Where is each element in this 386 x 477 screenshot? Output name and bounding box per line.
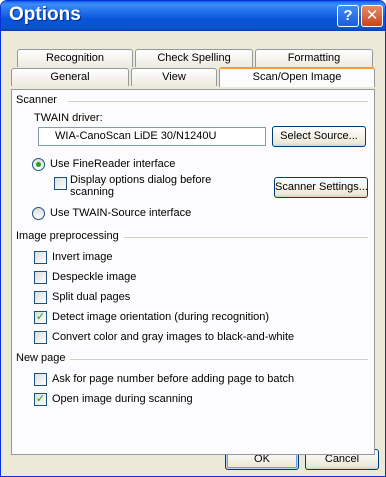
tab-recognition[interactable]: Recognition xyxy=(17,49,133,67)
group-divider xyxy=(68,101,368,102)
checkmark-icon: ✓ xyxy=(35,393,46,405)
ask-page-number-label[interactable]: Ask for page number before adding page t… xyxy=(52,373,294,385)
display-options-line1: Display options dialog before xyxy=(70,174,212,186)
tab-general[interactable]: General xyxy=(11,68,129,86)
dialog-client: Recognition Check Spelling Formatting Ge… xyxy=(5,31,381,472)
display-options-checkbox[interactable] xyxy=(54,177,67,190)
checkmark-icon: ✓ xyxy=(35,311,46,323)
twain-driver-label: TWAIN driver: xyxy=(34,112,103,124)
invert-image-checkbox[interactable] xyxy=(34,251,47,264)
new-page-group-label: New page xyxy=(16,352,66,364)
invert-image-label[interactable]: Invert image xyxy=(52,251,113,263)
open-image-during-scanning-label[interactable]: Open image during scanning xyxy=(52,393,193,405)
close-icon: ✕ xyxy=(365,7,379,24)
split-dual-pages-checkbox[interactable] xyxy=(34,291,47,304)
twain-source-interface-label[interactable]: Use TWAIN-Source interface xyxy=(50,207,191,219)
ask-page-number-checkbox[interactable] xyxy=(34,373,47,386)
tab-scan-open-image[interactable]: Scan/Open Image xyxy=(219,67,375,87)
group-divider xyxy=(124,237,368,238)
help-button[interactable]: ? xyxy=(337,5,359,27)
split-dual-pages-label[interactable]: Split dual pages xyxy=(52,291,130,303)
options-dialog: Options ? ✕ Recognition Check Spelling F… xyxy=(0,0,386,477)
twain-driver-field[interactable]: WIA-CanoScan LiDE 30/N1240U xyxy=(38,127,266,146)
image-preprocessing-group-label: Image preprocessing xyxy=(16,230,119,242)
convert-to-bw-checkbox[interactable] xyxy=(34,331,47,344)
scan-open-image-panel: Scanner TWAIN driver: WIA-CanoScan LiDE … xyxy=(11,89,375,455)
help-icon: ? xyxy=(343,7,353,24)
tab-check-spelling[interactable]: Check Spelling xyxy=(135,49,253,67)
close-button[interactable]: ✕ xyxy=(361,5,383,27)
display-options-line2: scanning xyxy=(70,186,115,198)
window-title: Options xyxy=(9,4,81,25)
finereader-interface-label[interactable]: Use FineReader interface xyxy=(50,158,175,170)
finereader-interface-radio[interactable] xyxy=(32,158,45,171)
select-source-button[interactable]: Select Source... xyxy=(272,126,366,147)
detect-orientation-checkbox[interactable]: ✓ xyxy=(34,311,47,324)
title-bar[interactable]: Options ? ✕ xyxy=(1,1,385,31)
tab-formatting[interactable]: Formatting xyxy=(255,49,373,67)
twain-source-interface-radio[interactable] xyxy=(32,207,45,220)
despeckle-image-checkbox[interactable] xyxy=(34,271,47,284)
detect-orientation-label[interactable]: Detect image orientation (during recogni… xyxy=(52,311,269,323)
group-divider xyxy=(70,359,368,360)
display-options-label[interactable]: Display options dialog before scanning xyxy=(70,174,211,198)
despeckle-image-label[interactable]: Despeckle image xyxy=(52,271,136,283)
scanner-settings-button[interactable]: Scanner Settings... xyxy=(274,177,368,198)
tab-view[interactable]: View xyxy=(131,68,217,86)
convert-to-bw-label[interactable]: Convert color and gray images to black-a… xyxy=(52,331,294,343)
open-image-during-scanning-checkbox[interactable]: ✓ xyxy=(34,393,47,406)
scanner-group-label: Scanner xyxy=(16,94,57,106)
